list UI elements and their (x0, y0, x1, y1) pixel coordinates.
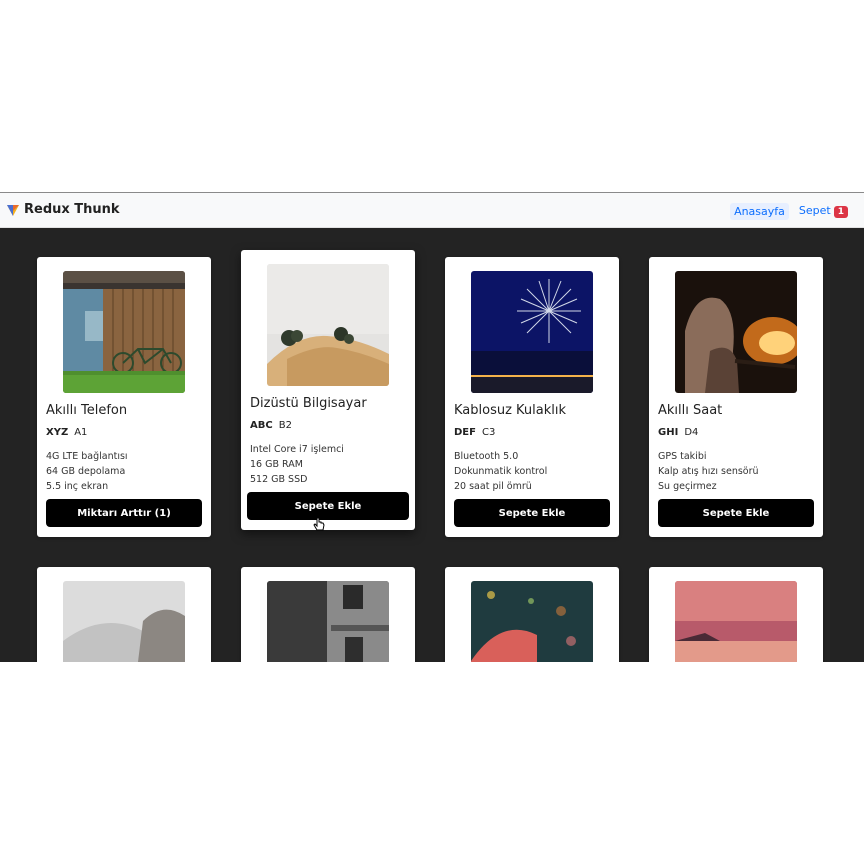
product-meta: ABC B2 (250, 420, 292, 431)
product-model: C3 (481, 427, 496, 438)
product-meta: GHI D4 (658, 427, 698, 438)
product-title: Akıllı Saat (658, 403, 723, 418)
product-feature: 4G LTE bağlantısı (46, 451, 128, 462)
product-image-barn-bicycle (63, 271, 185, 393)
brand-title: Redux Thunk (24, 202, 120, 217)
product-card (649, 567, 823, 662)
product-feature: 16 GB RAM (250, 459, 303, 470)
product-card (241, 567, 415, 662)
product-meta: DEF C3 (454, 427, 495, 438)
product-features: Bluetooth 5.0 Dokunmatik kontrol 20 saat… (454, 449, 547, 494)
product-model: D4 (684, 427, 699, 438)
product-image-sunset-sea (675, 581, 797, 662)
product-feature: Dokunmatik kontrol (454, 466, 548, 477)
product-model: A1 (74, 427, 88, 438)
brand-logo-icon (7, 204, 19, 216)
product-brand: DEF (454, 427, 476, 438)
cart-count-badge: 1 (833, 206, 848, 218)
product-features: Intel Core i7 işlemci 16 GB RAM 512 GB S… (250, 442, 344, 487)
navbar: Redux Thunk Anasayfa Sepet 1 (0, 193, 864, 228)
add-to-cart-button[interactable]: Sepete Ekle (658, 499, 814, 527)
product-card: Kablosuz Kulaklık DEF C3 Bluetooth 5.0 Do… (445, 257, 619, 537)
product-card: Akıllı Saat GHI D4 GPS takibi Kalp atış h… (649, 257, 823, 537)
nav-cart-link[interactable]: Sepet 1 (795, 202, 852, 220)
product-feature: GPS takibi (658, 451, 707, 462)
product-model: B2 (278, 420, 292, 431)
product-card: Akıllı Telefon XYZ A1 4G LTE bağlantısı 6… (37, 257, 211, 537)
product-grid: Akıllı Telefon XYZ A1 4G LTE bağlantısı 6… (0, 228, 864, 662)
product-feature: 64 GB depolama (46, 466, 126, 477)
product-title: Kablosuz Kulaklık (454, 403, 567, 418)
product-card: Dizüstü Bilgisayar ABC B2 Intel Core i7 i… (241, 250, 415, 530)
product-meta: XYZ A1 (46, 427, 87, 438)
product-feature: Kalp atış hızı sensörü (658, 466, 759, 477)
product-brand: ABC (250, 420, 273, 431)
product-feature: Su geçirmez (658, 481, 717, 492)
navbar-brand[interactable]: Redux Thunk (6, 202, 120, 217)
browser-viewport: Redux Thunk Anasayfa Sepet 1 Akıllı Tele… (0, 192, 864, 662)
product-feature: Bluetooth 5.0 (454, 451, 519, 462)
product-title: Dizüstü Bilgisayar (250, 396, 367, 411)
product-title: Akıllı Telefon (46, 403, 128, 418)
product-image-red-umbrella (471, 581, 593, 662)
product-feature: 512 GB SSD (250, 474, 308, 485)
nav-links: Anasayfa Sepet 1 (730, 202, 852, 220)
hand-pointer-cursor-icon (313, 517, 325, 531)
product-features: GPS takibi Kalp atış hızı sensörü Su geç… (658, 449, 759, 494)
product-image-campfire (675, 271, 797, 393)
product-card (445, 567, 619, 662)
add-to-cart-button[interactable]: Sepete Ekle (247, 492, 409, 520)
add-to-cart-button[interactable]: Sepete Ekle (454, 499, 610, 527)
product-feature: Intel Core i7 işlemci (250, 444, 344, 455)
product-features: 4G LTE bağlantısı 64 GB depolama 5.5 inç… (46, 449, 128, 494)
product-image-foggy-hill (267, 264, 389, 386)
product-card (37, 567, 211, 662)
product-feature: 5.5 inç ekran (46, 481, 109, 492)
product-brand: GHI (658, 427, 679, 438)
product-image-misty-rock (63, 581, 185, 662)
nav-cart-label: Sepet (798, 204, 831, 217)
increase-quantity-button[interactable]: Miktarı Arttır (1) (46, 499, 202, 527)
product-image-fireworks (471, 271, 593, 393)
nav-home-link[interactable]: Anasayfa (730, 202, 789, 220)
product-image-old-building (267, 581, 389, 662)
product-feature: 20 saat pil ömrü (454, 481, 532, 492)
product-brand: XYZ (46, 427, 69, 438)
